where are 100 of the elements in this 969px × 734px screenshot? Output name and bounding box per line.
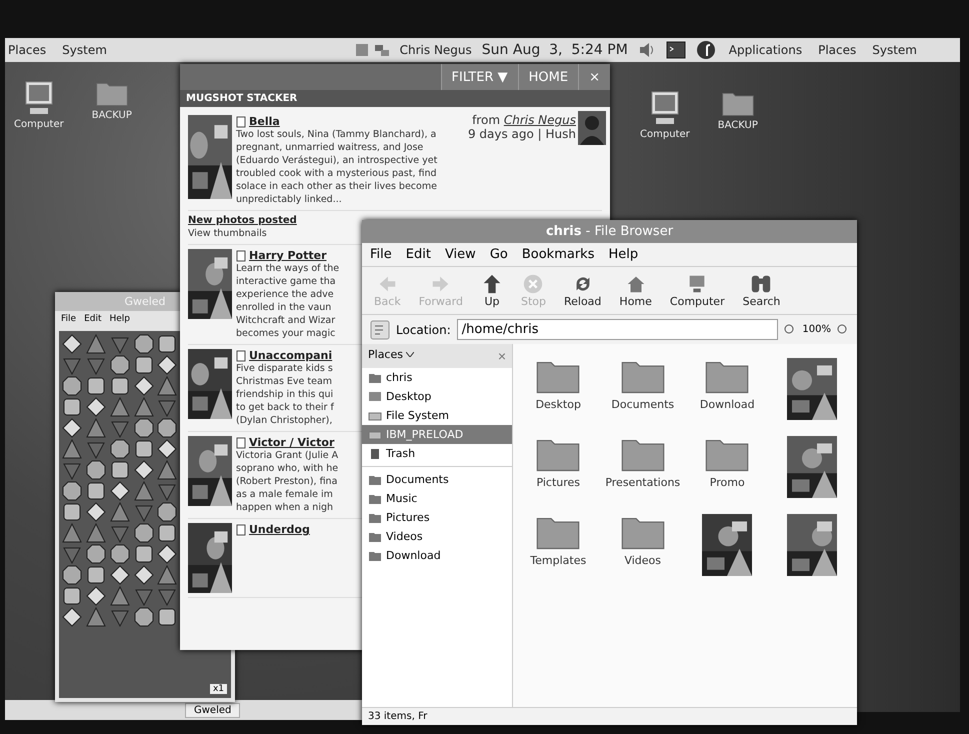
gem-icon[interactable] <box>157 544 178 564</box>
entry-title[interactable]: Harry Potter <box>236 249 340 262</box>
gem-icon[interactable] <box>110 355 130 375</box>
bookmark-item[interactable]: Videos <box>362 527 512 546</box>
bookmark-item[interactable]: Pictures <box>362 508 512 527</box>
header-button[interactable]: FILTER ▼ <box>440 64 518 90</box>
gem-icon[interactable] <box>86 376 106 396</box>
terminal-icon[interactable] <box>666 41 686 59</box>
file-label[interactable]: Desktop <box>536 398 581 411</box>
clock[interactable]: Sun Aug 3, 5:24 PM <box>482 42 628 58</box>
panel-menu[interactable]: Places <box>815 43 860 57</box>
gem-icon[interactable] <box>86 481 106 501</box>
edit-icon[interactable] <box>370 320 390 340</box>
gem-icon[interactable] <box>62 607 82 627</box>
speaker-icon[interactable] <box>638 42 656 58</box>
menu-item[interactable]: Help <box>110 314 130 324</box>
toolbar-button[interactable]: Up <box>476 271 507 310</box>
network-icon[interactable] <box>374 42 390 58</box>
bookmark-item[interactable]: Documents <box>362 470 512 489</box>
file-label[interactable]: Templates <box>530 554 586 567</box>
gem-icon[interactable] <box>62 481 82 501</box>
gem-icon[interactable] <box>157 502 178 522</box>
toolbar-button[interactable]: Home <box>615 271 656 310</box>
gem-icon[interactable] <box>157 439 178 459</box>
entry-title[interactable]: New photos posted <box>188 215 297 226</box>
file-label[interactable]: Documents <box>611 398 674 411</box>
entry-title[interactable]: Bella <box>236 115 438 128</box>
header-button[interactable]: HOME <box>518 64 578 90</box>
entry-title[interactable]: Unaccompani <box>236 349 334 362</box>
gem-icon[interactable] <box>62 376 82 396</box>
gem-icon[interactable] <box>110 565 130 585</box>
location-field[interactable]: /home/chris <box>456 319 778 340</box>
file-label[interactable]: Pictures <box>536 476 580 489</box>
gem-icon[interactable] <box>134 376 154 396</box>
close-button[interactable]: × <box>498 348 506 364</box>
gem-icon[interactable] <box>110 460 130 480</box>
menu-item[interactable]: File <box>61 314 76 324</box>
gem-icon[interactable] <box>157 523 178 543</box>
place-item[interactable]: IBM_PRELOAD <box>362 425 512 444</box>
gem-icon[interactable] <box>62 565 82 585</box>
menu-item[interactable]: Help <box>608 247 638 262</box>
zoom-out-icon[interactable] <box>784 324 796 336</box>
menu-item[interactable]: Edit <box>84 314 102 324</box>
gem-icon[interactable] <box>86 544 106 564</box>
panel-menu[interactable]: System <box>59 43 110 57</box>
gem-icon[interactable] <box>134 523 154 543</box>
gem-icon[interactable] <box>134 544 154 564</box>
user-link[interactable]: Chris Negus <box>504 113 576 127</box>
gem-icon[interactable] <box>110 439 130 459</box>
taskbar-item[interactable]: Gweled <box>185 702 240 718</box>
gem-icon[interactable] <box>86 397 106 417</box>
panel-menu[interactable]: System <box>869 43 920 57</box>
zoom-in-icon[interactable] <box>837 324 849 336</box>
panel-menu[interactable]: Applications <box>726 43 806 57</box>
gem-icon[interactable] <box>110 376 130 396</box>
gem-icon[interactable] <box>62 418 82 438</box>
close-button[interactable]: × <box>578 64 610 90</box>
toolbar-button[interactable]: Search <box>738 271 784 310</box>
panel-menu[interactable]: Places <box>5 43 50 57</box>
place-item[interactable]: Desktop <box>362 387 512 406</box>
entry-title[interactable]: Underdog <box>236 523 310 536</box>
gem-icon[interactable] <box>157 355 178 375</box>
gem-icon[interactable] <box>157 334 178 354</box>
menu-item[interactable]: Edit <box>406 247 431 262</box>
gem-icon[interactable] <box>86 460 106 480</box>
gem-icon[interactable] <box>62 586 82 606</box>
place-item[interactable]: Trash <box>362 444 512 463</box>
file-label[interactable]: Videos <box>624 554 662 567</box>
menu-item[interactable]: View <box>444 247 476 262</box>
gem-icon[interactable] <box>62 334 82 354</box>
gem-icon[interactable] <box>157 607 178 627</box>
sidebar-title[interactable]: Places <box>368 348 414 364</box>
place-item[interactable]: chris <box>362 368 512 387</box>
gem-icon[interactable] <box>62 397 82 417</box>
gem-icon[interactable] <box>110 481 130 501</box>
entry-title[interactable]: Victor / Victor <box>236 436 338 449</box>
gem-icon[interactable] <box>110 544 130 564</box>
toolbar-button[interactable]: Computer <box>666 271 729 310</box>
bookmark-item[interactable]: Download <box>362 546 512 565</box>
file-label[interactable]: Download <box>700 398 755 411</box>
entry-link[interactable]: View thumbnails <box>188 227 267 240</box>
file-label[interactable]: Presentations <box>605 476 680 489</box>
menu-item[interactable]: Bookmarks <box>522 247 594 262</box>
gem-icon[interactable] <box>86 502 106 522</box>
toolbar-button[interactable]: Reload <box>560 271 606 310</box>
gem-icon[interactable] <box>134 607 154 627</box>
menu-item[interactable]: File <box>370 247 392 262</box>
gem-icon[interactable] <box>134 565 154 585</box>
gem-icon[interactable] <box>134 334 154 354</box>
gem-icon[interactable] <box>134 355 154 375</box>
gem-icon[interactable] <box>86 586 106 606</box>
logo-icon[interactable] <box>696 40 716 60</box>
gem-icon[interactable] <box>157 418 178 438</box>
bookmark-item[interactable]: Music <box>362 489 512 508</box>
gem-icon[interactable] <box>86 565 106 585</box>
file-label[interactable]: Promo <box>710 476 745 489</box>
gem-icon[interactable] <box>62 502 82 522</box>
gem-icon[interactable] <box>134 439 154 459</box>
gem-icon[interactable] <box>134 460 154 480</box>
menu-item[interactable]: Go <box>490 247 508 262</box>
